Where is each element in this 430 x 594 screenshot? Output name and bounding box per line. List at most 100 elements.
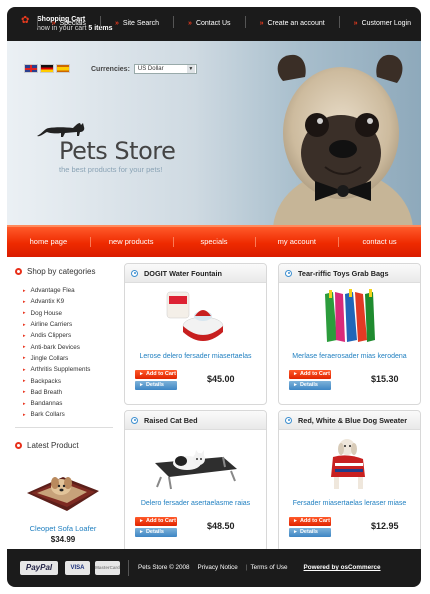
top-nav-customer-login[interactable]: » Customer Login [354,18,411,28]
currencies-label: Currencies: [91,65,130,73]
mastercard-logo: MasterCard [95,561,120,575]
water-fountain-image[interactable] [125,286,266,348]
category-item[interactable]: ▸ Dog House [23,308,90,319]
category-label: Advantage Flea [30,287,75,295]
product-title[interactable]: Red, White & Blue Dog Sweater [298,416,407,425]
category-item[interactable]: ▸ Andis Clippers [23,330,90,341]
divider [128,560,129,576]
store-name: Pets Store [59,137,176,165]
arrow-icon: » [259,19,264,27]
add-to-cart-button[interactable]: ► Add to Cart [289,517,331,526]
arrow-icon: ► [139,382,144,388]
visa-logo: VISA [65,561,90,575]
product-description[interactable]: Delero fersader asertaelasme raias [125,500,266,507]
arrow-icon: ▸ [23,287,26,294]
bullet-icon [285,416,292,424]
category-item[interactable]: ▸ Advantage Flea [23,285,90,296]
nav-my-account[interactable]: my account [255,227,338,257]
arrow-icon: ► [293,382,298,388]
latest-product-name[interactable]: Cleopet Sofa Loafer [7,524,119,533]
nav-contact-us[interactable]: contact us [338,227,421,257]
arrow-icon: ▸ [23,321,26,328]
product-price: $45.00 [207,374,235,384]
arrow-icon: ► [139,529,144,535]
cat-bed-image[interactable] [125,433,266,495]
page-frame: ✿ Shopping Cart now in your cart 5 items… [7,7,421,587]
category-label: Arthritis Supplements [30,366,91,374]
add-label: Add to Cart [299,371,330,377]
arrow-icon: ▸ [23,400,26,407]
terms-link[interactable]: Terms of Use [250,564,287,571]
details-label: Details [145,382,164,388]
german-flag-icon[interactable] [40,64,54,73]
top-bar: ✿ Shopping Cart now in your cart 5 items… [7,7,421,41]
add-to-cart-button[interactable]: ► Add to Cart [289,370,331,379]
top-nav-site-search[interactable]: » Site Search [115,18,159,28]
arrow-icon: ▸ [23,378,26,385]
spanish-flag-icon[interactable] [56,64,70,73]
details-label: Details [299,529,318,535]
category-item[interactable]: ▸ Bandannas [23,398,90,409]
copyright: Pets Store © 2008 [138,564,190,571]
language-flags [24,64,72,73]
arrow-icon: ▸ [23,298,26,305]
categories-title: Shop by categories [27,267,96,276]
product-price: $15.30 [371,374,399,384]
category-item[interactable]: ▸ Jingle Collars [23,353,90,364]
top-nav-specials[interactable]: » Specials [52,18,86,28]
details-button[interactable]: ► Details [135,381,177,390]
top-nav: » Specials » Site Search » Contact Us » Crea… [23,16,411,28]
powered-by-link[interactable]: Powered by osCommerce [304,564,381,571]
category-item[interactable]: ▸ Advantix K9 [23,296,90,307]
category-item[interactable]: ▸ Backpacks [23,375,90,386]
nav-home-page[interactable]: home page [7,227,90,257]
arrow-icon: ▸ [23,389,26,396]
add-to-cart-button[interactable]: ► Add to Cart [135,517,177,526]
product-title[interactable]: Raised Cat Bed [144,416,198,425]
english-flag-icon[interactable] [24,64,38,73]
details-button[interactable]: ► Details [289,528,331,537]
nav-specials[interactable]: specials [172,227,256,257]
product-description[interactable]: Merlase feraerosader mias kerodena [279,353,420,360]
category-item[interactable]: ▸ Bad Breath [23,387,90,398]
top-nav-create-account[interactable]: » Create an account [260,18,325,28]
add-label: Add to Cart [145,371,176,377]
product-description[interactable]: Lerose delero fersader miasertaelas [125,353,266,360]
categories-heading: Shop by categories [15,267,96,276]
category-item[interactable]: ▸ Bark Collars [23,409,90,420]
cat-logo-icon [37,123,85,137]
dog-sweater-image[interactable] [279,433,420,495]
details-button[interactable]: ► Details [289,381,331,390]
privacy-link[interactable]: Privacy Notice [198,564,238,571]
add-to-cart-button[interactable]: ► Add to Cart [135,370,177,379]
category-label: Bad Breath [30,388,63,396]
add-label: Add to Cart [299,518,330,524]
category-item[interactable]: ▸ Arthritis Supplements [23,364,90,375]
category-label: Anti-bark Devices [30,343,80,351]
product-title[interactable]: Tear-riffic Toys Grab Bags [298,269,389,278]
grab-bags-image[interactable] [279,286,420,348]
currency-select[interactable]: US Dollar ▼ [133,64,197,74]
product-price: $12.95 [371,521,399,531]
footer-links: Pets Store © 2008 Privacy Notice | Terms… [138,564,389,571]
arrow-icon: ▸ [23,332,26,339]
details-button[interactable]: ► Details [135,528,177,537]
nav-new-products[interactable]: new products [89,227,173,257]
top-nav-contact-us[interactable]: » Contact Us [188,18,231,28]
sofa-loafer-image[interactable] [21,463,105,515]
divider [244,16,246,28]
category-item[interactable]: ▸ Airline Carriers [23,319,90,330]
product-card: Red, White & Blue Dog Sweater Fersader m… [278,410,421,552]
arrow-icon: ▸ [23,355,26,362]
product-title[interactable]: DOGIT Water Fountain [144,269,222,278]
arrow-icon: ▸ [23,366,26,373]
latest-product-heading: Latest Product [15,441,79,450]
arrow-icon: ► [293,518,298,524]
top-nav-label: Customer Login [361,19,411,27]
category-item[interactable]: ▸ Anti-bark Devices [23,341,90,352]
arrow-icon: ▸ [23,310,26,317]
product-description[interactable]: Fersader miasertaelas leraser miase [279,500,420,507]
latest-product-price: $34.99 [50,535,76,544]
category-label: Airline Carriers [30,321,73,329]
bullet-icon [15,442,22,449]
